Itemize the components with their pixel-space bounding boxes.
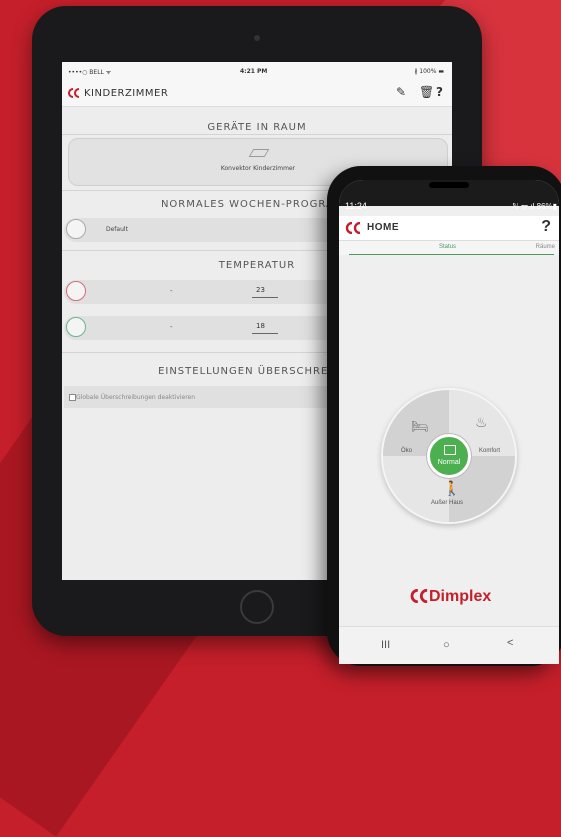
mode-away[interactable]: Außer Haus: [431, 500, 463, 506]
back-button[interactable]: <: [507, 637, 513, 649]
divider: [62, 134, 452, 135]
room-title: KINDERZIMMER: [84, 88, 169, 99]
tablet-header: KINDERZIMMER ✎ 🗑 ?: [62, 80, 452, 107]
help-button[interactable]: ?: [541, 218, 551, 236]
phone-notch: [429, 182, 469, 188]
dimplex-logo-icon: [410, 588, 428, 604]
value-underline: [252, 333, 278, 334]
eco-temperature-value[interactable]: 18: [256, 322, 265, 330]
status-time: 4:21 PM: [240, 68, 268, 75]
phone-title: HOME: [367, 222, 399, 233]
devices-section-title: GERÄTE IN RAUM: [207, 122, 307, 133]
phone-tabs: Status Räume: [339, 241, 559, 255]
mode-eco[interactable]: Öko: [401, 448, 412, 454]
tab-status[interactable]: Status: [439, 244, 456, 250]
help-button[interactable]: ?: [436, 85, 443, 99]
mode-normal-button[interactable]: Normal: [427, 434, 471, 478]
tab-rooms[interactable]: Räume: [536, 244, 555, 250]
override-checkbox[interactable]: [69, 394, 76, 401]
convector-icon: [248, 149, 270, 157]
dimplex-brand: Dimplex: [409, 588, 491, 606]
mode-normal-label: Normal: [437, 459, 461, 466]
phone-device: 11:24 ℕ ᯤ.ıl 86%▮ HOME ? Status Räume 🛏 …: [327, 166, 561, 666]
phone-status-bar: 11:24 ℕ ᯤ.ıl 86%▮: [339, 180, 559, 211]
tab-underline: [349, 254, 554, 255]
value-underline: [252, 297, 278, 298]
comfort-temperature-value[interactable]: 23: [256, 286, 265, 294]
mode-comfort[interactable]: Komfort: [479, 448, 500, 454]
dimplex-logo-icon: [68, 88, 80, 98]
walking-person-icon: 🚶: [443, 480, 461, 496]
phone-screen: 11:24 ℕ ᯤ.ıl 86%▮ HOME ? Status Räume 🛏 …: [339, 180, 559, 664]
recent-apps-button[interactable]: III: [381, 639, 390, 651]
mode-dial[interactable]: 🛏 Öko ♨ Komfort 🚶 Außer Haus Normal: [381, 388, 517, 524]
tablet-camera: [254, 35, 260, 41]
carrier-text: ••••○ BELL ᯤ: [68, 69, 112, 76]
phone-header: HOME ?: [339, 216, 559, 241]
phone-signal: ℕ ᯤ.ıl 86%▮: [512, 202, 557, 211]
home-program-icon: [66, 219, 86, 239]
android-nav-bar: III ○ <: [339, 626, 559, 664]
edit-icon[interactable]: ✎: [396, 85, 406, 99]
override-checkbox-label: Globale Überschreibungen deaktivieren: [76, 394, 196, 401]
dimplex-logo-icon: [345, 222, 361, 234]
delete-icon[interactable]: 🗑: [419, 85, 434, 99]
weekly-program-value: Default: [106, 226, 128, 233]
temperature-dash: -: [170, 287, 173, 295]
comfort-mode-icon: [66, 281, 86, 301]
temperature-dash: -: [170, 323, 173, 331]
armchair-icon: ♨: [475, 414, 488, 430]
tablet-status-bar: ••••○ BELL ᯤ 4:21 PM ∦ 100% ▬: [62, 62, 452, 80]
tablet-home-button[interactable]: [240, 590, 274, 624]
home-icon: [444, 445, 456, 455]
battery-text: ∦ 100% ▬: [414, 68, 444, 75]
home-button[interactable]: ○: [443, 639, 450, 651]
eco-mode-icon: [66, 317, 86, 337]
phone-time: 11:24: [345, 201, 367, 211]
bed-icon: 🛏: [411, 418, 429, 434]
brand-text: Dimplex: [429, 588, 492, 605]
